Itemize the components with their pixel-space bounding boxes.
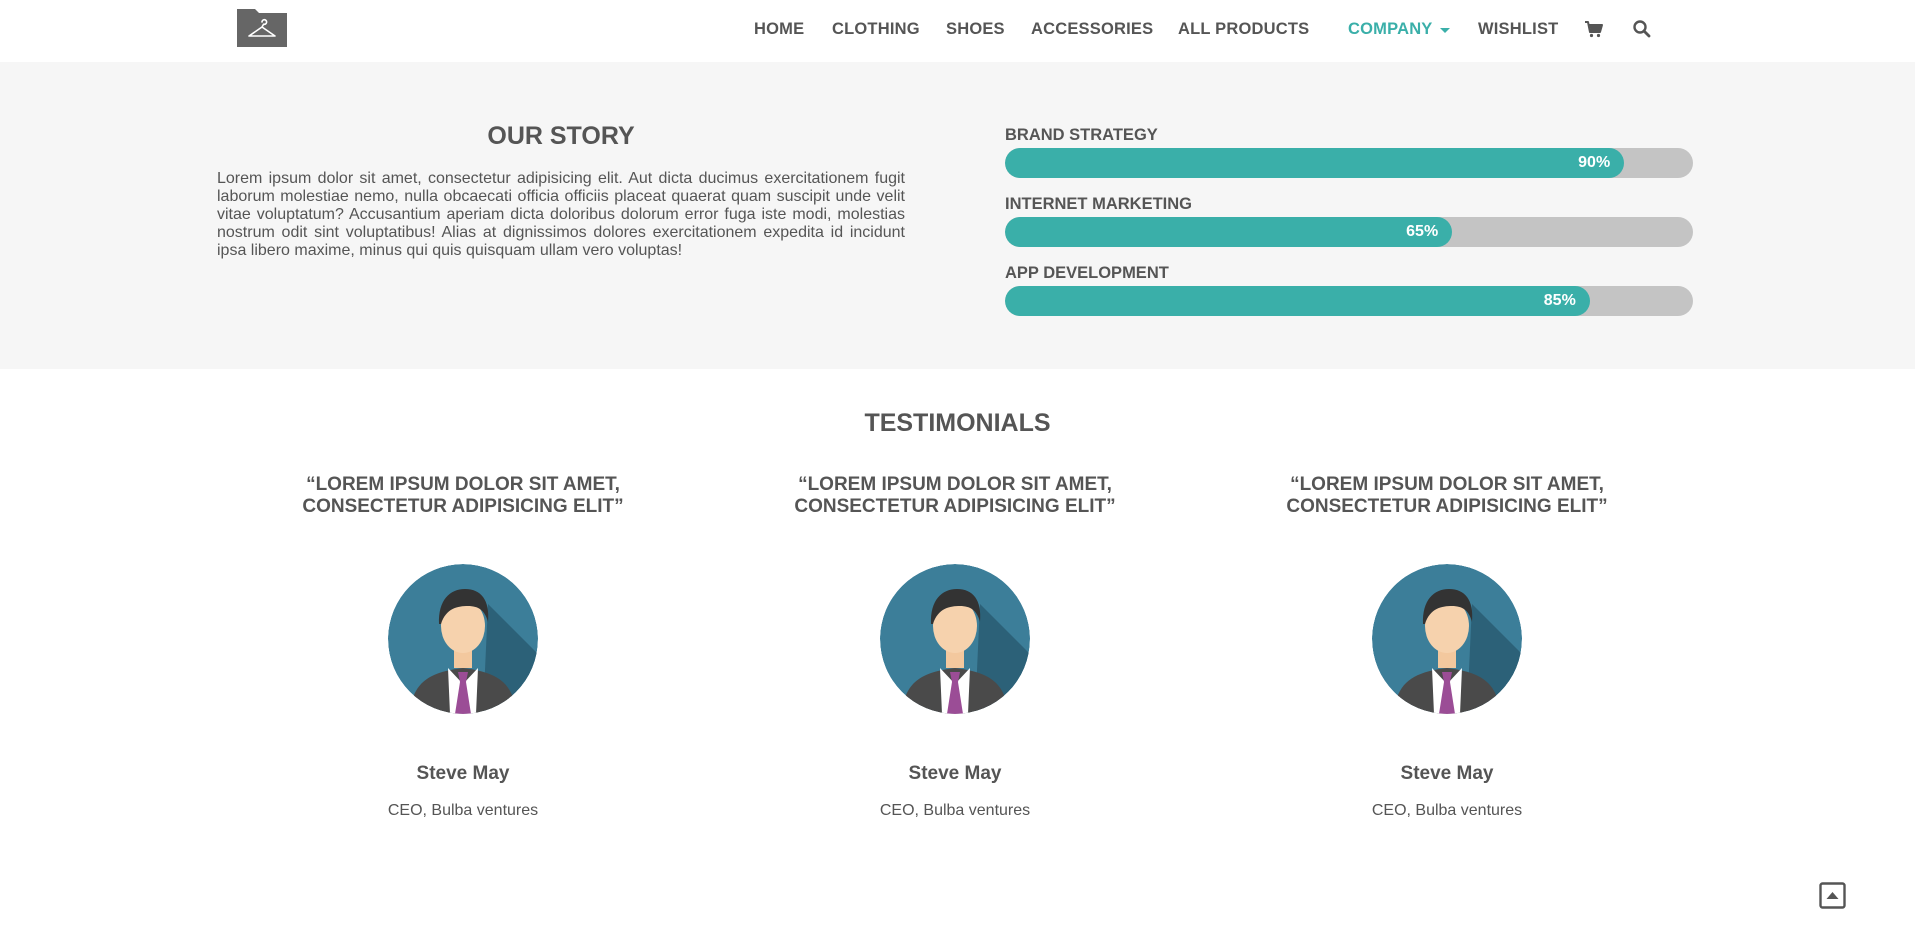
testimonials-title: TESTIMONIALS: [864, 409, 1051, 437]
testimonial-name: Steve May: [908, 763, 1002, 784]
nav-accessories[interactable]: ACCESSORIES: [1031, 19, 1153, 39]
avatar: [388, 564, 538, 714]
nav-home[interactable]: HOME: [754, 19, 804, 39]
progress-percent: 85%: [1543, 292, 1576, 309]
nav-clothing[interactable]: CLOTHING: [832, 19, 920, 39]
skill-internet-marketing: INTERNET MARKETING 65%: [1005, 194, 1693, 247]
skill-label: BRAND STRATEGY: [1005, 126, 1158, 144]
nav-shoes[interactable]: SHOES: [946, 19, 1005, 39]
testimonial-quote: “LOREM IPSUM DOLOR SIT AMET, CONSECTETUR…: [1286, 474, 1608, 517]
avatar: [880, 564, 1030, 714]
testimonial-card: “LOREM IPSUM DOLOR SIT AMET, CONSECTETUR…: [1267, 474, 1627, 819]
arrow-up-box-icon[interactable]: [1819, 882, 1846, 909]
progress-percent: 65%: [1406, 223, 1439, 240]
testimonial-card: “LOREM IPSUM DOLOR SIT AMET, CONSECTETUR…: [775, 474, 1135, 819]
search-icon[interactable]: [1632, 19, 1652, 39]
progress-track: 90%: [1005, 148, 1693, 178]
testimonial-card: “LOREM IPSUM DOLOR SIT AMET, CONSECTETUR…: [283, 474, 643, 819]
our-story-section: OUR STORY Lorem ipsum dolor sit amet, co…: [0, 62, 1915, 369]
site-header: HOME CLOTHING SHOES ACCESSORIES ALL PROD…: [0, 0, 1915, 62]
skill-app-development: APP DEVELOPMENT 85%: [1005, 263, 1693, 316]
testimonial-role: CEO, Bulba ventures: [387, 802, 539, 819]
testimonial-role: CEO, Bulba ventures: [1371, 802, 1523, 819]
testimonial-quote: “LOREM IPSUM DOLOR SIT AMET, CONSECTETUR…: [302, 474, 624, 517]
hanger-icon[interactable]: [237, 9, 287, 47]
nav-wishlist[interactable]: WISHLIST: [1478, 19, 1558, 39]
progress-fill: 90%: [1005, 148, 1625, 178]
testimonial-role: CEO, Bulba ventures: [879, 802, 1031, 819]
progress-track: 65%: [1005, 217, 1693, 247]
cart-icon[interactable]: [1584, 19, 1604, 39]
nav-company[interactable]: COMPANY: [1348, 19, 1450, 39]
skill-label: INTERNET MARKETING: [1005, 195, 1192, 213]
testimonial-name: Steve May: [416, 763, 510, 784]
progress-fill: 85%: [1005, 286, 1590, 316]
nav-company-label: COMPANY: [1348, 20, 1433, 38]
skill-label: APP DEVELOPMENT: [1005, 264, 1169, 282]
progress-track: 85%: [1005, 286, 1693, 316]
avatar: [1372, 564, 1522, 714]
skill-brand-strategy: BRAND STRATEGY 90%: [1005, 125, 1693, 178]
nav-all-products[interactable]: ALL PRODUCTS: [1178, 19, 1309, 39]
story-text: Lorem ipsum dolor sit amet, consectetur …: [217, 170, 905, 259]
testimonial-name: Steve May: [1400, 763, 1494, 784]
caret-down-icon: [1439, 28, 1450, 34]
story-title: OUR STORY: [487, 122, 635, 150]
testimonial-quote: “LOREM IPSUM DOLOR SIT AMET, CONSECTETUR…: [794, 474, 1116, 517]
progress-fill: 65%: [1005, 217, 1453, 247]
progress-percent: 90%: [1578, 154, 1611, 171]
